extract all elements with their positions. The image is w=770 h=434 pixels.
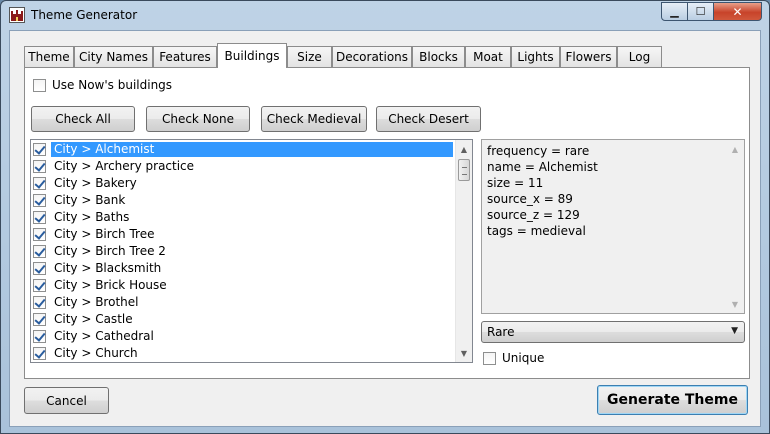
list-item-checkbox[interactable] — [33, 143, 46, 156]
property-line: frequency = rare — [487, 144, 590, 158]
check-desert-button[interactable]: Check Desert — [376, 106, 481, 132]
check-medieval-button[interactable]: Check Medieval — [261, 106, 367, 132]
list-item-label: City > Brothel — [54, 295, 139, 309]
list-item-checkbox[interactable] — [33, 245, 46, 258]
list-item[interactable]: City > Blacksmith — [33, 260, 454, 277]
list-item[interactable]: City > Birch Tree — [33, 226, 454, 243]
maximize-icon: ☐ — [695, 5, 706, 18]
title-bar[interactable]: Theme Generator ▁ ☐ ✕ — [1, 1, 769, 29]
list-item-label: City > Birch Tree 2 — [54, 244, 166, 258]
use-now-buildings-option[interactable]: Use Now's buildings — [33, 78, 172, 92]
frequency-select-value: Rare — [487, 325, 515, 339]
tab-lights[interactable]: Lights — [511, 46, 560, 67]
scroll-down-arrow-icon[interactable]: ▼ — [727, 296, 743, 312]
list-item-label: City > Blacksmith — [54, 261, 162, 275]
buildings-checklist[interactable]: City > Alchemist City > Archery practice… — [30, 139, 473, 363]
close-button[interactable]: ✕ — [714, 2, 762, 21]
list-item-label: City > Brick House — [54, 278, 167, 292]
unique-option[interactable]: Unique — [483, 351, 544, 365]
list-item-label: City > Bank — [54, 193, 126, 207]
scroll-down-arrow-icon[interactable]: ▼ — [456, 345, 472, 361]
list-item-checkbox[interactable] — [33, 228, 46, 241]
tab-size[interactable]: Size — [287, 46, 332, 67]
chevron-down-icon: ▼ — [731, 326, 738, 336]
unique-checkbox[interactable] — [483, 351, 496, 365]
tab-flowers[interactable]: Flowers — [560, 46, 617, 67]
list-item[interactable]: City > Alchemist — [33, 141, 454, 158]
list-item-label: City > Bakery — [54, 176, 137, 190]
list-item[interactable]: City > Bank — [33, 192, 454, 209]
app-castle-icon — [9, 7, 25, 23]
check-none-button[interactable]: Check None — [146, 106, 250, 132]
buildings-list-scrollbar[interactable]: ▲ ▼ — [455, 140, 472, 362]
close-icon: ✕ — [732, 4, 743, 19]
list-item[interactable]: City > Bakery — [33, 175, 454, 192]
tab-theme[interactable]: Theme — [24, 46, 74, 67]
tab-log[interactable]: Log — [617, 46, 662, 67]
list-item-label: City > Alchemist — [51, 142, 453, 157]
check-all-button[interactable]: Check All — [31, 106, 135, 132]
unique-label: Unique — [502, 351, 545, 365]
minimize-icon: ▁ — [670, 5, 679, 18]
tab-features[interactable]: Features — [153, 46, 217, 67]
tab-blocks[interactable]: Blocks — [412, 46, 465, 67]
list-item[interactable]: City > Birch Tree 2 — [33, 243, 454, 260]
use-now-buildings-checkbox[interactable] — [33, 78, 46, 92]
list-item-label: City > Cathedral — [54, 329, 154, 343]
list-item-checkbox[interactable] — [33, 160, 46, 173]
list-item-label: City > Baths — [54, 210, 130, 224]
list-item-checkbox[interactable] — [33, 330, 46, 343]
property-line: name = Alchemist — [487, 160, 598, 174]
list-item-checkbox[interactable] — [33, 313, 46, 326]
maximize-button[interactable]: ☐ — [688, 2, 714, 21]
list-item-checkbox[interactable] — [33, 279, 46, 292]
list-item[interactable]: City > Cathedral — [33, 328, 454, 345]
scroll-up-arrow-icon[interactable]: ▲ — [456, 141, 472, 157]
list-item[interactable]: City > Brick House — [33, 277, 454, 294]
list-item-label: City > Archery practice — [54, 159, 195, 173]
list-item[interactable]: City > Archery practice — [33, 158, 454, 175]
tab-city-names[interactable]: City Names — [74, 46, 153, 67]
list-item[interactable]: City > Church — [33, 345, 454, 362]
frequency-select[interactable]: Rare ▼ — [481, 321, 745, 343]
list-item[interactable]: City > Baths — [33, 209, 454, 226]
building-properties-box[interactable]: frequency = rare name = Alchemist size =… — [481, 139, 745, 314]
list-item-checkbox[interactable] — [33, 296, 46, 309]
cancel-button[interactable]: Cancel — [24, 387, 109, 414]
tab-buildings[interactable]: Buildings — [217, 43, 287, 68]
properties-scrollbar[interactable]: ▲ ▼ — [727, 140, 744, 313]
property-line: size = 11 — [487, 176, 544, 190]
window-title: Theme Generator — [31, 8, 138, 22]
theme-generator-window: Theme Generator ▁ ☐ ✕ Theme City Names F… — [0, 0, 770, 434]
use-now-buildings-label: Use Now's buildings — [52, 78, 173, 92]
tab-moat[interactable]: Moat — [465, 46, 511, 67]
list-item[interactable]: City > Brothel — [33, 294, 454, 311]
list-item-checkbox[interactable] — [33, 177, 46, 190]
property-line: source_x = 89 — [487, 192, 573, 206]
minimize-button[interactable]: ▁ — [661, 2, 688, 21]
list-item[interactable]: City > Castle — [33, 311, 454, 328]
property-line: source_z = 129 — [487, 208, 580, 222]
list-item-checkbox[interactable] — [33, 347, 46, 360]
list-item-checkbox[interactable] — [33, 262, 46, 275]
dialog-client-area: Theme City Names Features Buildings Size… — [9, 30, 761, 427]
scroll-up-arrow-icon[interactable]: ▲ — [727, 141, 743, 157]
property-line: tags = medieval — [487, 224, 586, 238]
generate-theme-button[interactable]: Generate Theme — [597, 385, 748, 415]
buildings-panel: Use Now's buildings Check All Check None… — [24, 67, 750, 379]
tab-decorations[interactable]: Decorations — [332, 46, 412, 67]
list-item-label: City > Birch Tree — [54, 227, 155, 241]
scroll-thumb[interactable] — [458, 159, 470, 181]
list-item-checkbox[interactable] — [33, 211, 46, 224]
list-item-checkbox[interactable] — [33, 194, 46, 207]
list-item-label: City > Church — [54, 346, 138, 360]
list-item-label: City > Castle — [54, 312, 133, 326]
